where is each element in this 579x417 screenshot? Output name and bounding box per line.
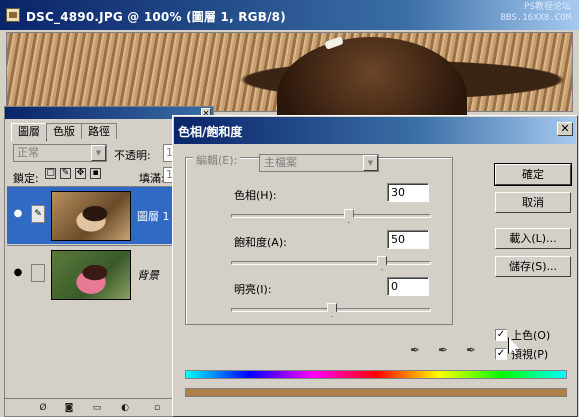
lock-paint-icon[interactable]: ✎ [60, 168, 71, 179]
eyedropper-minus-icon[interactable]: ✒ [463, 342, 479, 358]
lock-transparent-icon[interactable]: ▢ [45, 168, 56, 179]
eye-icon[interactable]: ● [11, 266, 25, 280]
saturation-slider[interactable] [231, 256, 431, 270]
new-layer-icon[interactable]: ▫ [151, 402, 163, 414]
hue-field[interactable]: 30 [387, 183, 429, 202]
colorize-checkbox[interactable]: ✓ [495, 329, 507, 341]
lock-options: ▢ ✎ ✥ ▪ [45, 168, 101, 179]
layer-style-icon[interactable]: Ø [37, 402, 49, 414]
tab-channels[interactable]: 色版 [46, 123, 82, 139]
blend-mode-select[interactable]: 正常 ▼ [13, 144, 107, 162]
lock-move-icon[interactable]: ✥ [75, 168, 86, 179]
tab-layers[interactable]: 圖層 [11, 123, 47, 141]
chevron-down-icon: ▼ [91, 145, 106, 161]
lightness-field[interactable]: 0 [387, 277, 429, 296]
layer-name[interactable]: 背景 [137, 267, 159, 283]
fill-label: 填滿: [139, 172, 165, 185]
ok-button[interactable]: 確定 [494, 163, 572, 186]
photoshop-document-icon [6, 8, 20, 22]
edit-label: 編輯(E): [193, 152, 241, 168]
watermark-line-1: PS教程论坛 [524, 2, 571, 12]
edit-channel-select[interactable]: 主檔案 ▼ [259, 154, 379, 172]
load-button[interactable]: 載入(L)... [495, 228, 571, 249]
tab-paths[interactable]: 路徑 [81, 123, 117, 139]
link-box[interactable] [31, 264, 45, 282]
hue-label: 色相(H): [234, 189, 277, 202]
preview-checkbox[interactable]: ✓ [495, 348, 507, 360]
document-title: DSC_4890.JPG @ 100% (圖層 1, RGB/8) [26, 10, 286, 24]
edit-channel-value: 主檔案 [264, 156, 297, 169]
colorize-result-bar [185, 388, 567, 397]
layer-mask-icon[interactable]: ◙ [63, 402, 75, 414]
lightness-label: 明亮(I): [234, 283, 272, 296]
colorize-label: 上色(O) [511, 329, 551, 342]
dialog-titlebar[interactable]: 色相/飽和度 ✕ [174, 117, 576, 144]
palette-tabs: 圖層 色版 路徑 [11, 123, 117, 141]
eyedropper-tools: ✒ ✒ ✒ [407, 342, 479, 358]
colorize-option[interactable]: ✓ 上色(O) [495, 327, 550, 343]
eyedropper-plus-icon[interactable]: ✒ [435, 342, 451, 358]
lock-all-icon[interactable]: ▪ [90, 168, 101, 179]
eyedropper-icon[interactable]: ✒ [407, 342, 423, 358]
brush-icon[interactable]: ✎ [31, 205, 45, 223]
opacity-label: 不透明: [114, 149, 151, 162]
layer-thumbnail [51, 191, 131, 241]
close-icon[interactable]: ✕ [557, 122, 573, 136]
adjustment-layer-icon[interactable]: ◐ [119, 402, 131, 414]
hue-slider[interactable] [231, 209, 431, 223]
lightness-slider[interactable] [231, 303, 431, 317]
blend-mode-value: 正常 [17, 146, 39, 159]
layer-name[interactable]: 圖層 1 [137, 208, 170, 224]
document-titlebar[interactable]: DSC_4890.JPG @ 100% (圖層 1, RGB/8) PS教程论坛… [0, 0, 579, 30]
save-button[interactable]: 儲存(S)... [495, 256, 571, 277]
dialog-title: 色相/飽和度 [178, 125, 243, 139]
chevron-down-icon: ▼ [363, 155, 378, 171]
image-canvas[interactable] [6, 32, 573, 157]
cancel-button[interactable]: 取消 [495, 192, 571, 213]
lock-label: 鎖定: [13, 172, 39, 185]
layer-thumbnail [51, 250, 131, 300]
watermark-line-2: BBS.16XX8.COM [500, 13, 571, 23]
hue-spectrum-bar [185, 370, 567, 379]
hue-saturation-dialog: 色相/飽和度 ✕ 編輯(E): 主檔案 ▼ 色相(H): 30 飽和度(A): … [172, 115, 578, 417]
eye-icon[interactable]: ● [11, 207, 25, 221]
saturation-field[interactable]: 50 [387, 230, 429, 249]
preview-option[interactable]: ✓ 預視(P) [495, 346, 548, 362]
saturation-label: 飽和度(A): [234, 236, 287, 249]
watermark: PS教程论坛 BBS.16XX8.COM [501, 2, 571, 24]
new-group-icon[interactable]: ▭ [91, 402, 103, 414]
